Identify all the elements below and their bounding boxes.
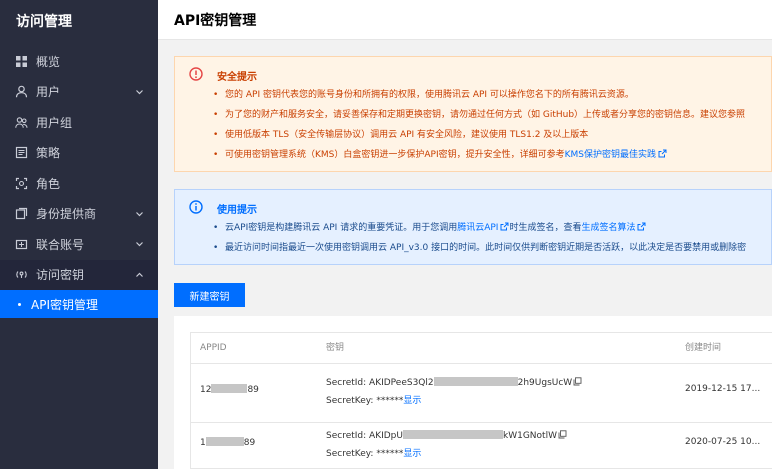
list-item-text: 可使用密钥管理系统（KMS）白盒密钥进一步保护API密钥，提升安全性，详细可参考 [225,150,565,160]
secret-id-cell: SecretId: AKIDPeeS3Ql2 2h9UgsUcW [326,377,582,388]
sidebar-item-label: 角色 [36,176,61,191]
sidebar-item-users[interactable]: 用户 [0,77,158,108]
security-alert-title: 安全提示 [217,72,257,83]
new-key-button[interactable]: 新建密钥 [174,283,245,307]
chevron-up-icon [136,272,143,277]
header-divider [191,363,772,364]
secret-key-label: SecretKey: [326,396,377,406]
list-item: 为了您的财产和服务安全，请妥善保存和定期更换密钥，请勿通过任何方式（如 GitH… [213,105,771,125]
appid-suffix: 89 [243,438,256,448]
appid-cell: 12 89 [200,384,259,395]
copy-icon[interactable] [558,430,567,439]
secret-key-label: SecretKey: [326,449,377,459]
idp-icon [15,207,28,220]
chevron-down-icon [136,211,143,217]
sidebar-item-label: 概览 [36,54,61,69]
secret-key-mask: ****** [376,449,404,459]
masked-value [402,430,503,439]
list-item: 可使用密钥管理系统（KMS）白盒密钥进一步保护API密钥，提升安全性，详细可参考… [213,145,771,165]
copy-icon[interactable] [573,377,582,386]
policy-icon [15,146,28,159]
sidebar-item-identity-providers[interactable]: 身份提供商 [0,199,158,230]
sidebar-subitem-api-key-management[interactable]: API密钥管理 [0,290,158,318]
created-time-cell: 2019-12-15 17... [685,384,761,394]
secret-id-prefix: AKIDPeeS3Ql2 [369,378,434,388]
sidebar-item-policies[interactable]: 策略 [0,138,158,169]
signature-algorithm-link[interactable]: 生成签名算法 [581,223,635,233]
list-item: 最近访问时间指最近一次使用密钥调用云 API_v3.0 接口的时间。此时间仅供判… [213,238,771,258]
role-icon [15,177,28,190]
users-icon [15,116,28,129]
masked-value [211,384,248,393]
list-item-text: 时生成签名，查看 [509,223,582,233]
show-secret-key-link[interactable]: 显示 [403,449,421,459]
secret-id-suffix: kW1GNotlW [502,431,557,441]
chevron-down-icon [136,89,143,95]
list-item: 您的 API 密钥代表您的账号身份和所拥有的权限，使用腾讯云 API 可以操作您… [213,85,771,105]
keys-table-card: APPID 密钥 创建时间 12 89 SecretId: AKIDPeeS3Ql… [174,316,772,469]
secret-key-mask: ****** [376,396,404,406]
sidebar-subitem-label: API密钥管理 [31,297,98,312]
usage-alert: 使用提示 云API密钥是构建腾讯云 API 请求的重要凭证。用于您调用腾讯云AP… [174,189,772,265]
secret-id-prefix: AKIDpU [369,431,403,441]
keys-table: APPID 密钥 创建时间 12 89 SecretId: AKIDPeeS3Ql… [190,332,772,469]
sidebar-title: 访问管理 [16,14,72,30]
kms-best-practice-link[interactable]: KMS保护密钥最佳实践 [565,150,656,160]
external-link-icon[interactable] [637,222,646,231]
secret-id-label: SecretId: [326,378,370,388]
sidebar-item-label: 用户 [36,85,61,100]
secret-id-suffix: 2h9UgsUcW [517,378,573,388]
sidebar-item-label: 用户组 [36,115,73,130]
show-secret-key-link[interactable]: 显示 [403,396,421,406]
sidebar-item-label: 身份提供商 [36,207,97,222]
page-header: API密钥管理 [158,0,772,40]
sidebar-item-user-groups[interactable]: 用户组 [0,107,158,138]
page-title: API密钥管理 [174,13,257,29]
sidebar-item-roles[interactable]: 角色 [0,168,158,199]
masked-value [205,437,244,446]
sidebar-item-label: 访问密钥 [36,268,85,283]
federated-icon [15,238,28,251]
warning-icon [189,67,203,81]
appid-prefix: 12 [200,385,212,395]
appid-suffix: 89 [247,385,259,395]
sidebar: 访问管理 概览 用户 用户组 策略 角色 身份提供商 联合账号 访问密钥 API… [0,0,158,469]
list-item-text: 云API密钥是构建腾讯云 API 请求的重要凭证。用于您调用 [225,223,458,233]
tencent-cloud-api-link[interactable]: 腾讯云API [457,223,498,233]
sidebar-item-federated-accounts[interactable]: 联合账号 [0,229,158,260]
bullet-icon [18,302,21,306]
created-time-cell: 2020-07-25 10... [685,437,761,447]
sidebar-item-overview[interactable]: 概览 [0,46,158,77]
key-icon [15,268,28,281]
sidebar-item-label: 联合账号 [36,237,85,252]
secret-id-cell: SecretId: AKIDpU kW1GNotlW [326,430,567,441]
external-link-icon[interactable] [658,149,667,158]
masked-value [433,377,518,386]
list-item: 使用低版本 TLS（安全传输层协议）调用云 API 有安全风险，建议使用 TLS… [213,125,771,145]
secret-key-cell: SecretKey: ******显示 [326,446,421,459]
sidebar-item-access-keys[interactable]: 访问密钥 [0,259,158,290]
usage-alert-title: 使用提示 [217,205,257,216]
security-alert-list: 您的 API 密钥代表您的账号身份和所拥有的权限，使用腾讯云 API 可以操作您… [213,85,771,165]
sidebar-item-label: 策略 [36,146,61,161]
secret-key-cell: SecretKey: ******显示 [326,393,421,406]
chevron-down-icon [136,242,143,247]
usage-alert-list: 云API密钥是构建腾讯云 API 请求的重要凭证。用于您调用腾讯云API 时生成签… [213,218,771,258]
column-header-appid: APPID [200,343,227,353]
appid-cell: 1 89 [200,437,255,448]
security-alert: 安全提示 您的 API 密钥代表您的账号身份和所拥有的权限，使用腾讯云 API … [174,56,772,172]
row-divider [191,422,772,423]
grid-icon [15,55,28,68]
secret-id-label: SecretId: [326,431,370,441]
column-header-key: 密钥 [326,343,345,353]
list-item: 云API密钥是构建腾讯云 API 请求的重要凭证。用于您调用腾讯云API 时生成签… [213,218,771,238]
column-header-created: 创建时间 [685,343,722,353]
info-icon [189,200,203,214]
user-icon [15,85,28,98]
